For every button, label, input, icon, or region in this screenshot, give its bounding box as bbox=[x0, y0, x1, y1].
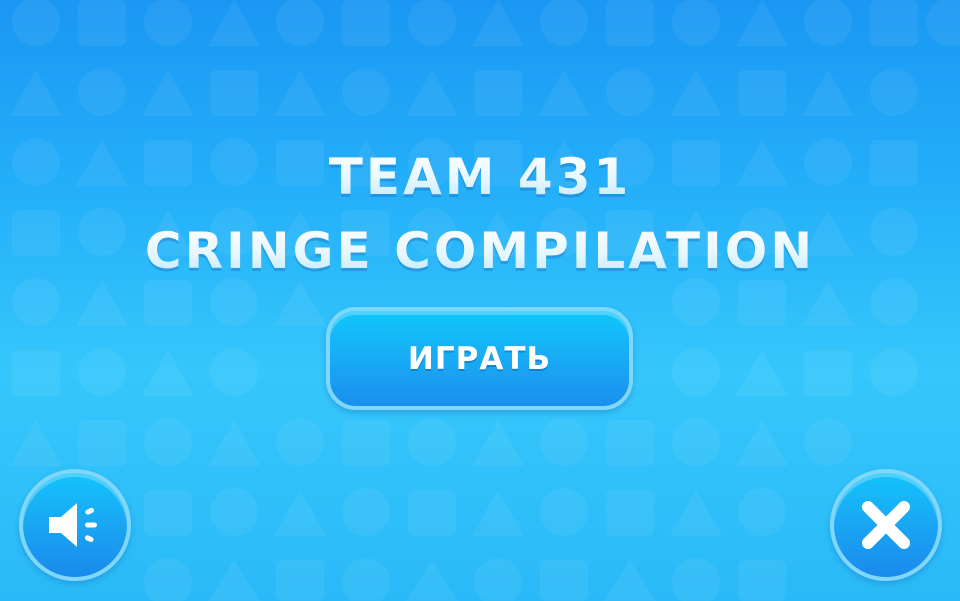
play-button-label: ИГРАТЬ bbox=[407, 340, 552, 377]
close-button[interactable] bbox=[830, 469, 942, 581]
play-button[interactable]: ИГРАТЬ bbox=[326, 307, 633, 410]
close-icon bbox=[862, 501, 910, 549]
sound-toggle-button[interactable] bbox=[19, 469, 131, 581]
background-shape-pattern bbox=[10, 0, 960, 601]
speaker-icon bbox=[49, 503, 97, 547]
game-title-line-1: TEAM 431 bbox=[0, 148, 960, 206]
game-title-line-2: CRINGE COMPILATION bbox=[0, 222, 960, 280]
